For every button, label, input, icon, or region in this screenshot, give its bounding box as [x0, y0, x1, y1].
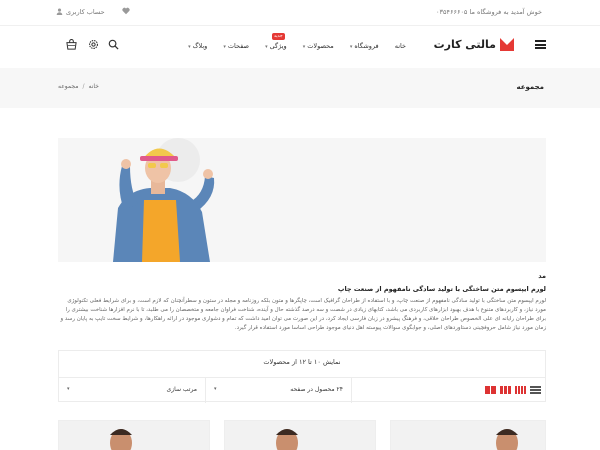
description-body: لورم ایپسوم متن ساختگی با تولید سادگی نا…	[60, 298, 546, 331]
product-image	[225, 421, 375, 450]
heart-icon[interactable]	[122, 7, 130, 15]
nav-item-products[interactable]: محصولات▾	[303, 42, 334, 50]
nav-label: وبلاگ	[192, 42, 208, 50]
grid-4-icon[interactable]	[515, 386, 526, 394]
nav-label: فروشگاه	[354, 42, 379, 50]
main-header: مالتی کارت خانه فروشگاه▾ محصولات▾ جدید و…	[0, 26, 600, 68]
product-image	[59, 421, 209, 450]
new-badge: جدید	[271, 33, 285, 40]
nav-item-pages[interactable]: صفحات▾	[223, 42, 249, 50]
per-page-label: ۲۴ محصول در صفحه	[290, 386, 343, 393]
cart-icon[interactable]	[66, 39, 77, 50]
sort-select[interactable]: مرتب سازی ▾	[59, 378, 205, 403]
view-switcher	[351, 378, 547, 403]
product-toolbar: نمایش ۱۰ تا ۱۲ از محصولات مرتب سازی ▾ ۲۴…	[58, 350, 546, 403]
result-count: نمایش ۱۰ تا ۱۲ از محصولات	[263, 358, 341, 366]
nav-label: صفحات	[227, 42, 250, 50]
user-icon[interactable]	[56, 8, 63, 15]
chevron-down-icon: ▾	[302, 44, 306, 50]
nav-item-features[interactable]: جدید ویژگی▾	[265, 33, 287, 50]
chevron-down-icon: ▾	[223, 44, 226, 50]
list-icon[interactable]	[530, 386, 541, 394]
toolbar-row: مرتب سازی ▾ ۲۴ محصول در صفحه ▾	[59, 377, 545, 403]
chevron-down-icon: ▾	[349, 44, 353, 50]
product-image	[391, 421, 545, 450]
nav-label: محصولات	[307, 42, 334, 50]
welcome-text: خوش آمدید به فروشگاه ما ۰۳۵۴۶۶۶۰۵	[436, 8, 542, 16]
breadcrumb-current: مجموعه	[58, 83, 79, 90]
logo-text[interactable]: مالتی کارت	[434, 38, 496, 51]
nav-label: خانه	[394, 42, 406, 50]
top-bar: خوش آمدید به فروشگاه ما ۰۳۵۴۶۶۶۰۵ حساب ک…	[0, 0, 600, 26]
product-card[interactable]	[58, 420, 210, 450]
collection-banner	[58, 138, 546, 262]
chevron-down-icon: ▾	[188, 44, 191, 50]
product-card[interactable]	[390, 420, 546, 450]
sort-label: مرتب سازی	[166, 386, 197, 393]
breadcrumb: خانه/مجموعه	[58, 83, 99, 90]
nav-item-home[interactable]: خانه	[395, 42, 406, 50]
chevron-down-icon: ▾	[265, 44, 268, 50]
description-title: مد	[538, 272, 546, 280]
nav-label: ویژگی	[269, 42, 287, 50]
breadcrumb-separator: /	[82, 83, 85, 90]
product-card[interactable]	[224, 420, 376, 450]
nav-item-blog[interactable]: وبلاگ▾	[188, 42, 207, 50]
chevron-down-icon: ▾	[67, 386, 70, 392]
nav-item-shop[interactable]: فروشگاه▾	[350, 42, 379, 50]
logo-icon[interactable]	[500, 37, 514, 51]
search-icon[interactable]	[108, 39, 119, 50]
banner-image	[58, 138, 546, 262]
grid-3-icon[interactable]	[500, 386, 511, 394]
per-page-select[interactable]: ۲۴ محصول در صفحه ▾	[205, 378, 351, 403]
chevron-down-icon: ▾	[214, 386, 217, 392]
breadcrumb-home[interactable]: خانه	[88, 83, 98, 90]
menu-icon[interactable]	[535, 40, 546, 49]
gear-icon[interactable]	[88, 39, 99, 50]
collection-description: مد لورم ایپسوم متن ساختگی با تولید سادگی…	[58, 272, 546, 333]
description-subtitle: لورم ایپسوم متن ساختگی با تولید سادگی نا…	[337, 285, 546, 293]
main-nav: خانه فروشگاه▾ محصولات▾ جدید ویژگی▾ صفحات…	[174, 33, 406, 50]
grid-2-icon[interactable]	[485, 386, 496, 394]
page-title: مجموعه	[516, 83, 545, 91]
account-link[interactable]: حساب کاربری	[66, 8, 105, 16]
breadcrumb-band: مجموعه خانه/مجموعه	[0, 68, 600, 108]
